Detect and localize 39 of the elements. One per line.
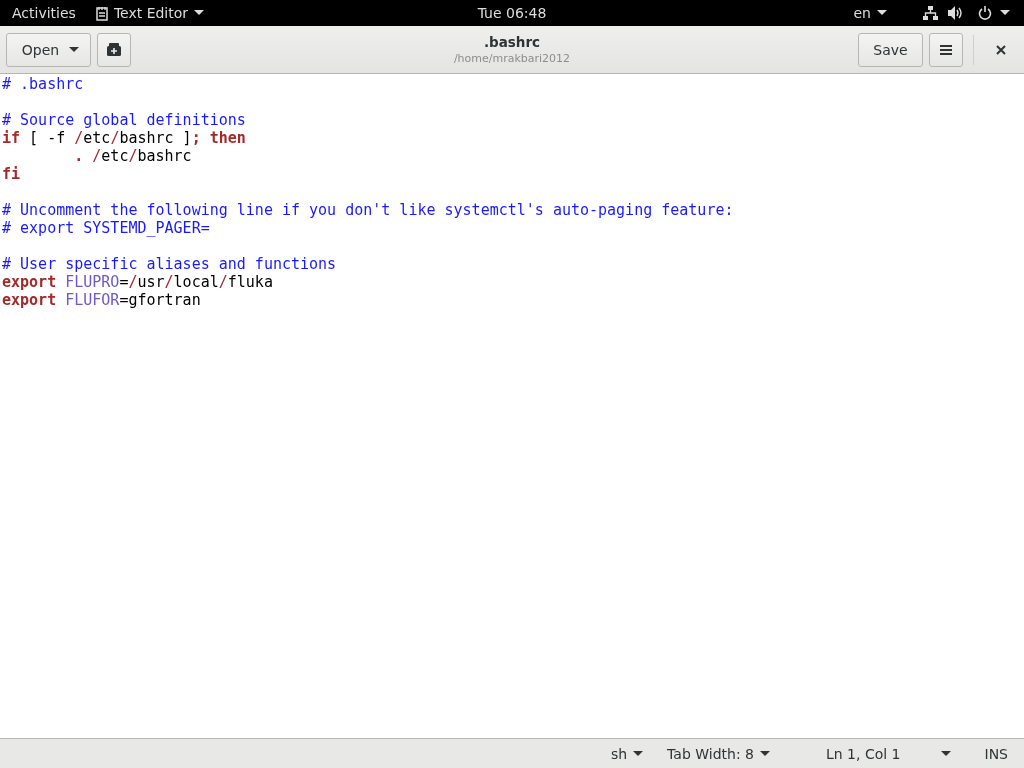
- insert-mode: INS: [984, 745, 1008, 762]
- save-button[interactable]: Save: [858, 32, 923, 67]
- new-tab-icon: [107, 43, 121, 56]
- activities-button[interactable]: Activities: [0, 5, 88, 21]
- caret-icon[interactable]: [940, 750, 951, 757]
- code-line: . /etc/bashrc: [73, 147, 192, 165]
- close-icon: [996, 44, 1006, 55]
- code-line: export FLUFOR=gfortran: [2, 291, 201, 309]
- code-line: fi: [2, 165, 21, 183]
- code-line: # Source global definitions: [2, 111, 246, 129]
- code-line: # Uncomment the following line if you don't like systemctl's auto-paging feature:: [2, 201, 734, 219]
- caret-icon: [194, 10, 205, 16]
- window-title: .bashrc: [483, 34, 541, 50]
- code-line: # export SYSTEMD_PAGER=: [2, 219, 210, 237]
- language-menu[interactable]: en: [853, 5, 887, 21]
- open-button[interactable]: Open: [6, 32, 91, 67]
- cursor-position[interactable]: Ln 1, Col 1: [825, 745, 901, 762]
- tab-width-selector[interactable]: Tab Width: 8: [667, 745, 770, 762]
- app-menu[interactable]: Text Editor: [87, 5, 213, 21]
- caret-icon: [877, 10, 887, 16]
- menu-icon: [940, 44, 952, 55]
- code-line: if [ -f /etc/bashrc ]; then: [2, 129, 246, 147]
- code-line: # User specific aliases and functions: [2, 255, 337, 273]
- volume-icon[interactable]: [948, 6, 964, 20]
- file-path: /home/mrakbari2012: [453, 52, 571, 65]
- menu-button[interactable]: [929, 32, 963, 67]
- caret-icon: [633, 750, 644, 757]
- notepad-icon: [95, 5, 108, 21]
- language-selector[interactable]: sh: [610, 745, 644, 762]
- code-line: export FLUPRO=/usr/local/fluka: [2, 273, 273, 291]
- caret-icon: [759, 750, 770, 757]
- power-menu[interactable]: [978, 6, 1010, 20]
- network-icon[interactable]: [923, 6, 938, 20]
- caret-icon: [69, 46, 80, 53]
- power-icon: [978, 6, 992, 20]
- code-line: # .bashrc: [2, 75, 84, 93]
- new-document-button[interactable]: [97, 32, 131, 67]
- caret-icon: [1000, 10, 1010, 16]
- clock[interactable]: Tue 06:48: [477, 5, 547, 21]
